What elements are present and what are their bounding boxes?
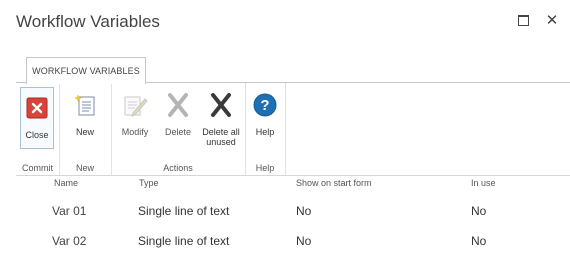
column-header-in-use[interactable]: In use (471, 178, 496, 188)
table-row[interactable]: Var 01 Single line of text No No (0, 204, 570, 230)
ribbon-group-actions: Modify Delete Delete all unused Actions (111, 83, 246, 175)
delete-all-unused-button-label: Delete all unused (202, 127, 240, 147)
help-button[interactable]: ? Help (243, 89, 287, 137)
modify-button-label: Modify (121, 127, 149, 137)
cell-show-on-start-form: No (296, 234, 312, 248)
close-icon (21, 92, 53, 124)
new-document-icon (69, 89, 101, 121)
close-button-label: Close (25, 130, 49, 140)
cell-name[interactable]: Var 01 (52, 204, 86, 218)
group-label-commit: Commit (22, 163, 53, 173)
group-label-help: Help (255, 163, 275, 173)
group-label-new: New (75, 163, 94, 173)
delete-button[interactable]: Delete (156, 89, 200, 137)
help-button-label: Help (255, 127, 275, 137)
column-header-show-on-start-form[interactable]: Show on start form (296, 178, 372, 188)
help-icon: ? (249, 89, 281, 121)
svg-text:?: ? (260, 97, 269, 114)
delete-button-label: Delete (164, 127, 191, 137)
column-header-name[interactable]: Name (54, 178, 78, 188)
cell-in-use: No (471, 204, 487, 218)
delete-all-unused-button[interactable]: Delete all unused (199, 89, 243, 147)
cell-in-use: No (471, 234, 487, 248)
cell-show-on-start-form: No (296, 204, 312, 218)
table-row[interactable]: Var 02 Single line of text No No (0, 234, 570, 260)
group-label-actions: Actions (163, 163, 193, 173)
ribbon: Close Commit New New Modify Delete Delet… (16, 82, 570, 176)
ribbon-group-new: New New (59, 83, 112, 175)
ribbon-group-help: ? Help Help (245, 83, 286, 175)
cell-name[interactable]: Var 02 (52, 234, 86, 248)
tab-workflow-variables[interactable]: WORKFLOW VARIABLES (26, 57, 146, 84)
column-header-type[interactable]: Type (139, 178, 159, 188)
cell-type: Single line of text (138, 234, 230, 248)
modify-button[interactable]: Modify (113, 89, 157, 137)
ribbon-group-commit: Close Commit (16, 83, 60, 175)
edit-icon (119, 89, 151, 121)
delete-all-icon (205, 89, 237, 121)
maximize-icon (517, 14, 529, 26)
close-window-button[interactable]: ✕ (544, 12, 560, 29)
delete-icon (162, 89, 194, 121)
cell-type: Single line of text (138, 204, 230, 218)
new-button[interactable]: New (63, 89, 107, 137)
new-button-label: New (75, 127, 94, 137)
maximize-button[interactable] (515, 12, 531, 28)
close-icon: ✕ (545, 12, 559, 29)
window-title: Workflow Variables (16, 12, 160, 31)
close-button[interactable]: Close (20, 87, 54, 149)
